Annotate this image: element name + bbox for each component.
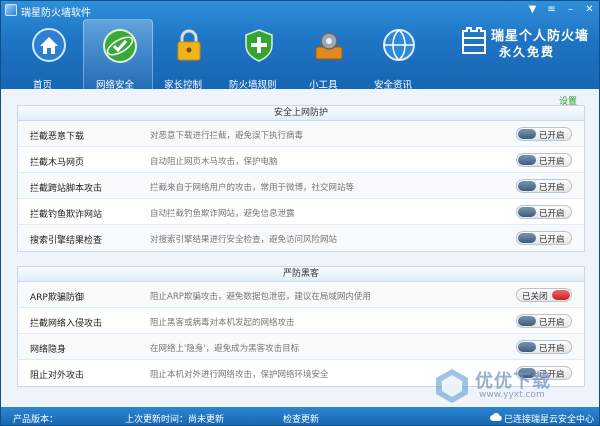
- row-desc: 阻止黑客或病毒对本机发起的网络攻击: [150, 318, 295, 328]
- table-row: 拦截恶意下载 对恶意下载进行拦截，避免误下执行病毒 已开启: [18, 121, 584, 147]
- row-desc: 自动阻止网页木马攻击，保护电脑: [150, 157, 278, 167]
- close-button[interactable]: ✕: [582, 3, 597, 16]
- table-row: ARP欺骗防御 阻止ARP欺骗攻击，避免数据包泄密，建议在局域网内使用 已关闭: [18, 282, 584, 308]
- section-title: 安全上网防护: [18, 106, 584, 121]
- firewall-window: 瑞星防火墙软件 ▼ ≡ – ✕ 瑞星个人防火墙 永久免费 首页 网络安全 家长控…: [0, 0, 600, 426]
- section-safe-browsing: 安全上网防护 拦截恶意下载 对恶意下载进行拦截，避免误下执行病毒 已开启 拦截木…: [17, 105, 585, 252]
- app-logo-icon: [5, 4, 17, 16]
- row-desc: 在网络上'隐身'，避免成为黑客攻击目标: [150, 344, 300, 354]
- toggle-state: 已开启: [539, 209, 565, 219]
- status-bar: 产品版本： 上次更新时间：尚未更新 检查更新 已连接瑞星云安全中心: [1, 407, 599, 425]
- nav-labels: 首页 网络安全 家长控制 防火墙规则 小工具 安全资讯: [1, 71, 599, 91]
- toggle-knob: [518, 233, 536, 243]
- check-update-link[interactable]: 检查更新: [283, 412, 319, 425]
- toggle-state: 已开启: [539, 183, 565, 193]
- home-icon: [32, 28, 66, 62]
- protection-toggle[interactable]: 已开启: [516, 127, 572, 141]
- cloud-icon: [490, 413, 502, 421]
- gear-toolbox-icon: [315, 32, 343, 60]
- row-desc: 拦截来自于网络用户的攻击，常用于微博，社交网站等: [150, 183, 355, 193]
- tab-security-news[interactable]: 安全资讯: [374, 77, 412, 91]
- watermark-url: www.yyxt.com: [479, 390, 545, 400]
- minimize-button[interactable]: –: [563, 3, 578, 16]
- row-desc: 阻止ARP欺骗攻击，避免数据包泄密，建议在局域网内使用: [150, 292, 371, 302]
- tab-tools[interactable]: 小工具: [309, 77, 338, 91]
- row-name: 拦截木马网页: [30, 158, 85, 168]
- section-title: 严防黑客: [18, 267, 584, 282]
- row-desc: 自动拦截钓鱼欺诈网站，避免信息泄露: [150, 209, 295, 219]
- protection-toggle[interactable]: 已开启: [516, 231, 572, 245]
- toggle-state: 已开启: [539, 235, 565, 245]
- watermark: 优优下载 www.yyxt.com: [433, 365, 593, 407]
- table-row: 网络隐身 在网络上'隐身'，避免成为黑客攻击目标 已开启: [18, 334, 584, 360]
- toggle-knob: [518, 181, 536, 191]
- toggle-knob: [518, 129, 536, 139]
- tab-firewall-rules[interactable]: 防火墙规则: [229, 77, 277, 91]
- protection-toggle[interactable]: 已开启: [516, 205, 572, 219]
- row-name: 拦截恶意下载: [30, 132, 85, 142]
- row-name: 拦截钓鱼欺诈网站: [30, 210, 103, 220]
- lock-icon: [177, 29, 201, 61]
- globe-icon: [383, 29, 415, 61]
- shield-icon: [245, 29, 273, 62]
- toggle-state: 已开启: [539, 157, 565, 167]
- skin-icon[interactable]: ▼: [525, 3, 540, 16]
- protection-toggle[interactable]: 已开启: [516, 314, 572, 328]
- protection-toggle[interactable]: 已关闭: [516, 288, 572, 302]
- protection-toggle[interactable]: 已开启: [516, 179, 572, 193]
- table-row: 拦截木马网页 自动阻止网页木马攻击，保护电脑 已开启: [18, 147, 584, 173]
- row-name: 网络隐身: [30, 345, 67, 355]
- title-bar: 瑞星防火墙软件 ▼ ≡ – ✕: [1, 1, 599, 19]
- product-version: 产品版本：: [13, 415, 59, 425]
- row-desc: 对搜索引擎结果进行安全检查，避免访问风险网站: [150, 235, 338, 245]
- tab-parental-control[interactable]: 家长控制: [164, 77, 202, 91]
- row-name: 搜索引擎结果检查: [30, 236, 103, 246]
- watermark-logo-icon: [436, 369, 468, 403]
- brand: 瑞星个人防火墙 永久免费: [461, 23, 593, 63]
- toggle-state: 已开启: [539, 318, 565, 328]
- window-title: 瑞星防火墙软件: [21, 8, 91, 19]
- toggle-state: 已开启: [539, 131, 565, 141]
- menu-icon[interactable]: ≡: [544, 3, 559, 16]
- toggle-knob: [518, 316, 536, 326]
- protection-toggle[interactable]: 已开启: [516, 340, 572, 354]
- table-row: 拦截钓鱼欺诈网站 自动拦截钓鱼欺诈网站，避免信息泄露 已开启: [18, 199, 584, 225]
- row-name: ARP欺骗防御: [30, 293, 84, 303]
- toggle-state: 已开启: [539, 344, 565, 354]
- protection-toggle[interactable]: 已开启: [516, 153, 572, 167]
- row-name: 拦截跨站脚本攻击: [30, 184, 103, 194]
- section-rows: 拦截恶意下载 对恶意下载进行拦截，避免误下执行病毒 已开启 拦截木马网页 自动阻…: [18, 121, 584, 251]
- toggle-knob: [552, 290, 570, 300]
- tab-network-security[interactable]: 网络安全: [96, 77, 134, 91]
- toggle-state: 已关闭: [522, 292, 548, 302]
- row-desc: 对恶意下载进行拦截，避免误下执行病毒: [150, 131, 304, 141]
- table-row: 搜索引擎结果检查 对搜索引擎结果进行安全检查，避免访问风险网站 已开启: [18, 225, 584, 251]
- network-security-icon: [103, 29, 137, 63]
- row-name: 阻止对外攻击: [30, 371, 85, 381]
- row-name: 拦截网络入侵攻击: [30, 319, 103, 329]
- cloud-status[interactable]: 已连接瑞星云安全中心: [504, 412, 594, 425]
- tab-home[interactable]: 首页: [33, 77, 52, 91]
- window-controls: ▼ ≡ – ✕: [525, 3, 597, 16]
- brand-subtitle: 永久免费: [499, 45, 556, 59]
- row-desc: 阻止本机对外进行网络攻击，保护网络环境安全: [150, 370, 329, 380]
- toggle-knob: [518, 207, 536, 217]
- brand-title: 瑞星个人防火墙: [491, 29, 590, 44]
- last-update-time: 上次更新时间：尚未更新: [125, 415, 225, 425]
- toggle-knob: [518, 342, 536, 352]
- table-row: 拦截网络入侵攻击 阻止黑客或病毒对本机发起的网络攻击 已开启: [18, 308, 584, 334]
- brand-castle-icon: [462, 27, 486, 54]
- toggle-knob: [518, 155, 536, 165]
- table-row: 拦截跨站脚本攻击 拦截来自于网络用户的攻击，常用于微博，社交网站等 已开启: [18, 173, 584, 199]
